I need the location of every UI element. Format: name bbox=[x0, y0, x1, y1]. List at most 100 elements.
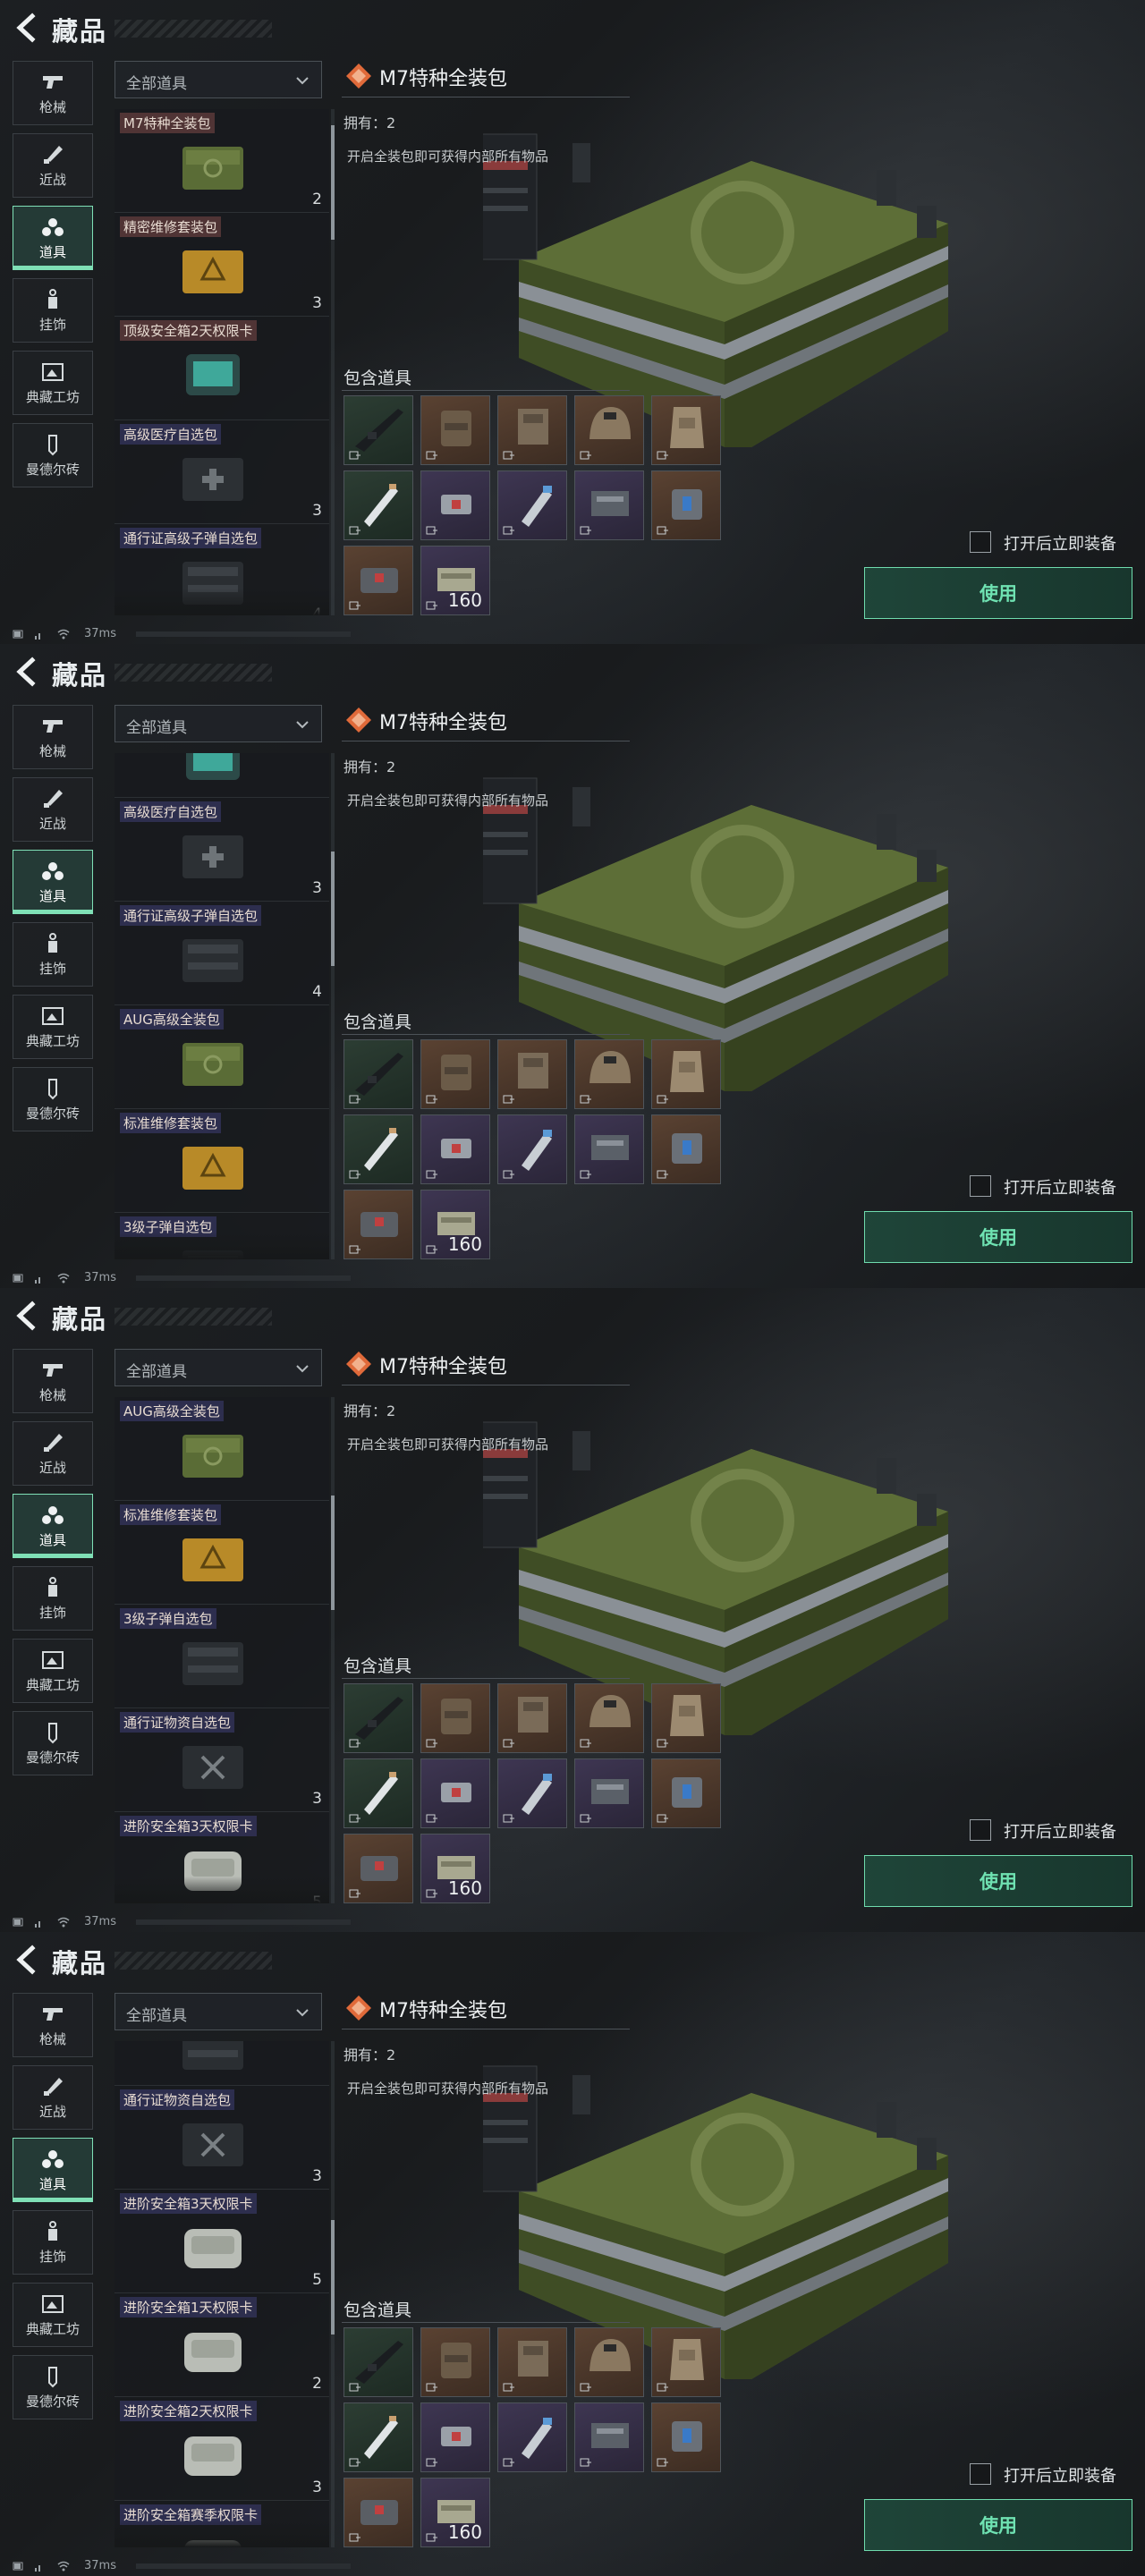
nav-item-charm[interactable]: 挂饰 bbox=[13, 2210, 93, 2275]
list-item[interactable] bbox=[114, 753, 329, 798]
contents-item[interactable] bbox=[344, 2327, 413, 2397]
contents-item[interactable] bbox=[574, 1039, 644, 1109]
filter-dropdown[interactable]: 全部道具 bbox=[114, 61, 322, 98]
contents-item[interactable] bbox=[344, 2402, 413, 2472]
contents-item[interactable] bbox=[344, 1114, 413, 1184]
list-item[interactable]: 进阶安全箱1天权限卡 2 bbox=[114, 2293, 329, 2397]
contents-item[interactable] bbox=[651, 1114, 721, 1184]
contents-item[interactable] bbox=[344, 1758, 413, 1828]
contents-item[interactable] bbox=[574, 1683, 644, 1753]
filter-dropdown[interactable]: 全部道具 bbox=[114, 705, 322, 742]
nav-item-mandel-brick[interactable]: 曼德尔砖 bbox=[13, 2355, 93, 2419]
nav-item-workshop[interactable]: 典藏工坊 bbox=[13, 1639, 93, 1703]
auto-equip-checkbox[interactable] bbox=[970, 1819, 991, 1841]
contents-item[interactable] bbox=[497, 1039, 567, 1109]
back-arrow-icon[interactable] bbox=[13, 13, 43, 43]
contents-item[interactable] bbox=[651, 2402, 721, 2472]
nav-item-mandel-brick[interactable]: 曼德尔砖 bbox=[13, 1711, 93, 1775]
back-arrow-icon[interactable] bbox=[13, 1301, 43, 1331]
list-item[interactable]: M7特种全装包 2 bbox=[114, 109, 329, 213]
list-item[interactable]: 通行证物资自选包 3 bbox=[114, 2086, 329, 2190]
auto-equip-checkbox[interactable] bbox=[970, 531, 991, 553]
contents-item[interactable] bbox=[344, 1683, 413, 1753]
nav-item-gun[interactable]: 枪械 bbox=[13, 1349, 93, 1413]
contents-item[interactable]: 160 bbox=[420, 1190, 490, 1259]
contents-item[interactable] bbox=[651, 470, 721, 540]
contents-item[interactable] bbox=[651, 2327, 721, 2397]
contents-item[interactable] bbox=[574, 2402, 644, 2472]
list-item[interactable]: 进阶安全箱2天权限卡 3 bbox=[114, 2397, 329, 2501]
scrollbar-thumb[interactable] bbox=[331, 852, 335, 966]
list-item[interactable]: AUG高级全装包 bbox=[114, 1397, 329, 1501]
nav-item-items[interactable]: 道具 bbox=[13, 850, 93, 914]
contents-item[interactable] bbox=[420, 2327, 490, 2397]
auto-equip-checkbox[interactable] bbox=[970, 2463, 991, 2485]
list-item[interactable]: 精密维修套装包 3 bbox=[114, 213, 329, 317]
contents-item[interactable] bbox=[497, 470, 567, 540]
contents-item[interactable] bbox=[497, 1758, 567, 1828]
use-button[interactable]: 使用 bbox=[864, 1855, 1132, 1907]
nav-item-knife[interactable]: 近战 bbox=[13, 133, 93, 198]
item-list[interactable]: 高级医疗自选包 3 通行证高级子弹自选包 4 AUG高级全装包 标准维修套装包 3级子弹自选… bbox=[114, 753, 329, 1259]
contents-item[interactable] bbox=[420, 1039, 490, 1109]
nav-item-gun[interactable]: 枪械 bbox=[13, 1993, 93, 2057]
nav-item-items[interactable]: 道具 bbox=[13, 1494, 93, 1558]
nav-item-workshop[interactable]: 典藏工坊 bbox=[13, 351, 93, 415]
item-list-scrollbar[interactable] bbox=[331, 2041, 335, 2547]
contents-item[interactable] bbox=[344, 470, 413, 540]
contents-item[interactable] bbox=[344, 1190, 413, 1259]
nav-item-items[interactable]: 道具 bbox=[13, 206, 93, 270]
list-item[interactable]: 顶级安全箱2天权限卡 bbox=[114, 317, 329, 420]
nav-item-gun[interactable]: 枪械 bbox=[13, 61, 93, 125]
contents-item[interactable] bbox=[344, 1039, 413, 1109]
contents-item[interactable] bbox=[420, 1114, 490, 1184]
contents-item[interactable] bbox=[420, 1683, 490, 1753]
contents-item[interactable]: 160 bbox=[420, 546, 490, 615]
list-item[interactable]: AUG高级全装包 bbox=[114, 1005, 329, 1109]
nav-item-charm[interactable]: 挂饰 bbox=[13, 922, 93, 987]
list-item[interactable]: 通行证物资自选包 3 bbox=[114, 1708, 329, 1812]
list-item[interactable]: 3级子弹自选包 bbox=[114, 1605, 329, 1708]
contents-item[interactable] bbox=[574, 470, 644, 540]
nav-item-charm[interactable]: 挂饰 bbox=[13, 1566, 93, 1631]
nav-item-items[interactable]: 道具 bbox=[13, 2138, 93, 2202]
contents-item[interactable] bbox=[420, 2402, 490, 2472]
nav-item-charm[interactable]: 挂饰 bbox=[13, 278, 93, 343]
contents-item[interactable] bbox=[420, 1758, 490, 1828]
contents-item[interactable] bbox=[344, 546, 413, 615]
contents-item[interactable]: 160 bbox=[420, 1834, 490, 1903]
list-item[interactable] bbox=[114, 2041, 329, 2086]
use-button[interactable]: 使用 bbox=[864, 567, 1132, 619]
nav-item-knife[interactable]: 近战 bbox=[13, 2065, 93, 2130]
nav-item-mandel-brick[interactable]: 曼德尔砖 bbox=[13, 1067, 93, 1131]
list-item[interactable]: 标准维修套装包 bbox=[114, 1501, 329, 1605]
scrollbar-thumb[interactable] bbox=[331, 2220, 335, 2334]
scrollbar-thumb[interactable] bbox=[331, 1496, 335, 1610]
item-list[interactable]: M7特种全装包 2 精密维修套装包 3 顶级安全箱2天权限卡 高级医疗自选包 3 通行证高级子… bbox=[114, 109, 329, 615]
contents-item[interactable] bbox=[651, 1683, 721, 1753]
contents-item[interactable] bbox=[420, 395, 490, 465]
contents-item[interactable] bbox=[344, 1834, 413, 1903]
contents-item[interactable] bbox=[497, 1683, 567, 1753]
contents-item[interactable] bbox=[651, 1758, 721, 1828]
back-arrow-icon[interactable] bbox=[13, 1945, 43, 1975]
item-list-scrollbar[interactable] bbox=[331, 753, 335, 1259]
filter-dropdown[interactable]: 全部道具 bbox=[114, 1349, 322, 1386]
item-list-scrollbar[interactable] bbox=[331, 109, 335, 615]
auto-equip-checkbox[interactable] bbox=[970, 1175, 991, 1197]
contents-item[interactable] bbox=[497, 2402, 567, 2472]
contents-item[interactable] bbox=[651, 395, 721, 465]
list-item[interactable]: 高级医疗自选包 3 bbox=[114, 420, 329, 524]
contents-item[interactable] bbox=[497, 2327, 567, 2397]
contents-item[interactable] bbox=[574, 395, 644, 465]
contents-item[interactable] bbox=[497, 1114, 567, 1184]
back-arrow-icon[interactable] bbox=[13, 657, 43, 687]
use-button[interactable]: 使用 bbox=[864, 1211, 1132, 1263]
filter-dropdown[interactable]: 全部道具 bbox=[114, 1993, 322, 2030]
item-list[interactable]: AUG高级全装包 标准维修套装包 3级子弹自选包 通行证物资自选包 3 进阶安全箱3天权限… bbox=[114, 1397, 329, 1903]
item-list[interactable]: 通行证物资自选包 3 进阶安全箱3天权限卡 5 进阶安全箱1天权限卡 2 进阶安全箱2天权限… bbox=[114, 2041, 329, 2547]
nav-item-knife[interactable]: 近战 bbox=[13, 777, 93, 842]
list-item[interactable]: 高级医疗自选包 3 bbox=[114, 798, 329, 902]
contents-item[interactable] bbox=[344, 395, 413, 465]
list-item[interactable]: 通行证高级子弹自选包 4 bbox=[114, 902, 329, 1005]
